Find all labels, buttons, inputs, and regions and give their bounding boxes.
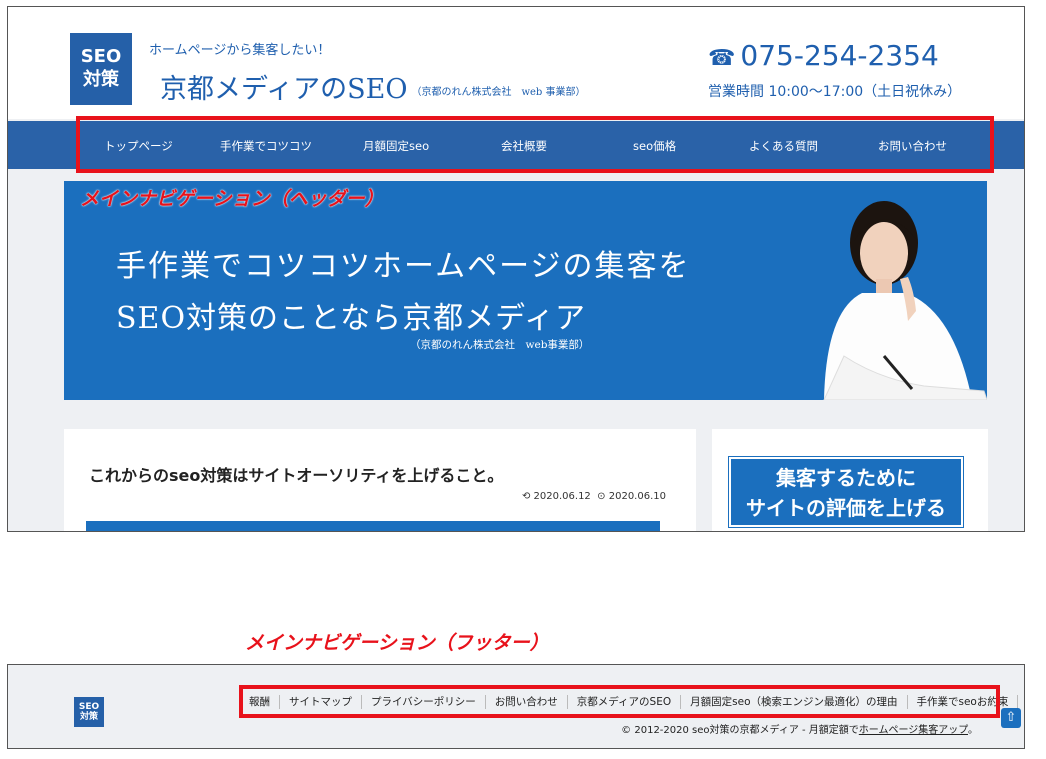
site-screenshot-top: SEO 対策 ホームページから集客したい！ 京都メディアのSEO （京都のれん株式… bbox=[7, 6, 1025, 532]
phone-text: 075-254-2354 bbox=[740, 39, 939, 72]
post-card[interactable]: これからのseo対策はサイトオーソリティを上げること。 ⟲ 2020.06.12… bbox=[64, 429, 696, 531]
hero-banner: 手作業でコツコツホームページの集客を SEO対策のことなら京都メディア （京都の… bbox=[64, 181, 987, 400]
footer-logo[interactable]: SEO 対策 bbox=[74, 697, 104, 727]
hero-woman-image bbox=[823, 201, 987, 400]
hero-headline-2: SEO対策のことなら京都メディア bbox=[116, 301, 587, 336]
logo-line2: 対策 bbox=[83, 69, 119, 90]
site-title[interactable]: 京都メディアのSEO （京都のれん株式会社 web 事業部） bbox=[160, 67, 586, 106]
copyright-text: © 2012-2020 seo対策の京都メディア - 月額定額で bbox=[621, 725, 859, 736]
site-screenshot-footer: SEO 対策 報酬 サイトマップ プライバシーポリシー お問い合わせ 京都メディアのSE… bbox=[7, 664, 1025, 749]
header-nav-highlight bbox=[76, 116, 994, 173]
arrow-up-icon: ⇧ bbox=[1005, 710, 1017, 725]
post-published: 2020.06.10 bbox=[608, 491, 666, 502]
logo-line1: SEO bbox=[80, 46, 122, 67]
sidebar-banner[interactable]: 集客するために サイトの評価を上げる bbox=[728, 456, 964, 528]
site-title-text: 京都メディアのSEO bbox=[160, 74, 408, 105]
hero-company: （京都のれん株式会社 web事業部） bbox=[410, 339, 590, 351]
footer-nav-highlight bbox=[239, 685, 1000, 718]
footer-logo-line2: 対策 bbox=[79, 712, 98, 722]
phone-number[interactable]: ☎ 075-254-2354 bbox=[708, 39, 939, 72]
post-updated: 2020.06.12 bbox=[533, 491, 591, 502]
copyright-link[interactable]: ホームページ集客アップ bbox=[859, 725, 968, 736]
business-hours: 営業時間 10:00〜17:00（土日祝休み） bbox=[708, 84, 962, 100]
site-logo[interactable]: SEO 対策 bbox=[70, 33, 132, 105]
hero-headline-1: 手作業でコツコツホームページの集客を bbox=[116, 249, 691, 284]
telephone-icon: ☎ bbox=[708, 46, 736, 71]
updated-icon: ⟲ bbox=[521, 491, 531, 502]
sidebar: 集客するために サイトの評価を上げる bbox=[712, 429, 988, 531]
post-thumbnail[interactable] bbox=[86, 521, 660, 531]
site-tagline: ホームページから集客したい！ bbox=[149, 43, 331, 58]
post-title[interactable]: これからのseo対策はサイトオーソリティを上げること。 bbox=[89, 462, 503, 486]
footer-logo-line1: SEO bbox=[78, 702, 100, 712]
sidebar-banner-line2: サイトの評価を上げる bbox=[746, 496, 946, 520]
site-company: （京都のれん株式会社 web 事業部） bbox=[411, 87, 586, 98]
sidebar-banner-line1: 集客するために bbox=[776, 466, 916, 490]
scroll-to-top-button[interactable]: ⇧ bbox=[1001, 708, 1021, 728]
post-dates: ⟲ 2020.06.12 ⊙ 2020.06.10 bbox=[522, 491, 666, 502]
copyright-end: 。 bbox=[968, 725, 978, 736]
footer-nav-label: メインナビゲーション（フッター） bbox=[245, 632, 549, 654]
copyright: © 2012-2020 seo対策の京都メディア - 月額定額でホームページ集客… bbox=[621, 721, 978, 736]
site-header: SEO 対策 ホームページから集客したい！ 京都メディアのSEO （京都のれん株式… bbox=[8, 7, 1024, 119]
clock-icon: ⊙ bbox=[597, 491, 606, 502]
header-nav-label: メインナビゲーション（ヘッダー） bbox=[80, 188, 384, 210]
